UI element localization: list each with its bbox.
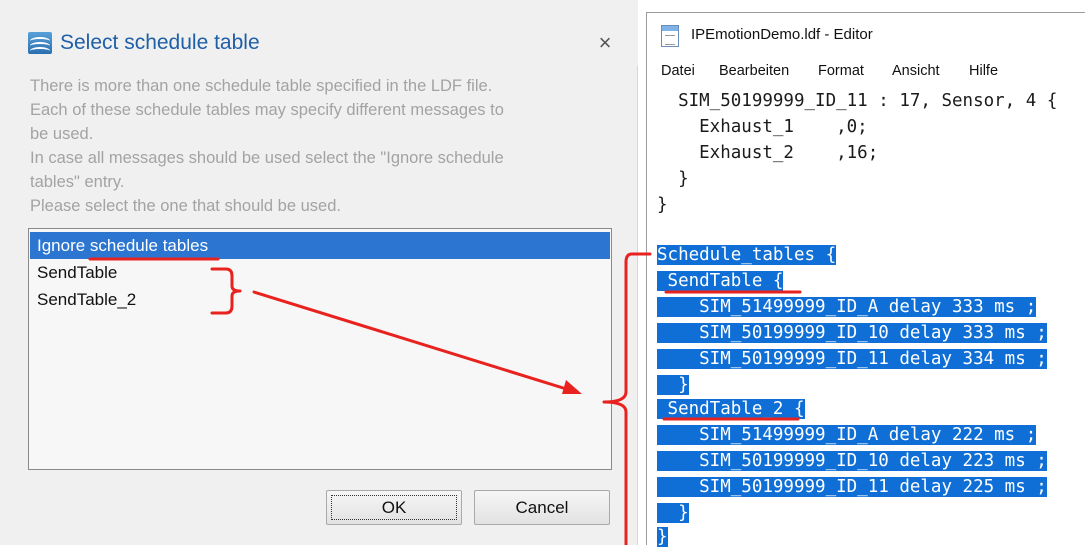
menu-hilfe[interactable]: Hilfe <box>969 63 998 79</box>
notepad-icon <box>661 25 679 47</box>
menu-ansicht[interactable]: Ansicht <box>892 63 940 79</box>
editor-title: IPEmotionDemo.ldf - Editor <box>691 26 873 43</box>
code-line-selected: SIM_50199999_ID_10 delay 223 ms ; <box>657 451 1047 471</box>
code-line: Exhaust_1 ,0; <box>657 117 868 137</box>
list-item-sendtable-2[interactable]: SendTable_2 <box>30 286 610 313</box>
menu-format[interactable]: Format <box>818 63 864 79</box>
code-line-selected: SIM_51499999_ID_A delay 222 ms ; <box>657 425 1037 445</box>
schedule-table-list[interactable]: Ignore schedule tables SendTable SendTab… <box>28 228 612 470</box>
code-line-selected: Schedule_tables { <box>657 245 837 265</box>
ok-button[interactable]: OK <box>326 490 462 525</box>
code-line-selected: SendTable { <box>657 271 784 291</box>
code-line: } <box>657 169 689 189</box>
app-logo-icon <box>28 32 52 54</box>
description-line: In case all messages should be used sele… <box>30 149 504 167</box>
code-line-selected: SIM_51499999_ID_A delay 333 ms ; <box>657 297 1037 317</box>
menu-datei[interactable]: Datei <box>661 63 695 79</box>
code-line-selected: SIM_50199999_ID_11 delay 334 ms ; <box>657 349 1047 369</box>
cancel-button[interactable]: Cancel <box>474 490 610 525</box>
code-line-selected: SIM_50199999_ID_10 delay 333 ms ; <box>657 323 1047 343</box>
description-line: be used. <box>30 125 94 143</box>
code-line-selected: SendTable_2 { <box>657 399 805 419</box>
dialog-description: There is more than one schedule table sp… <box>30 74 610 218</box>
list-item-ignore-schedule-tables[interactable]: Ignore schedule tables <box>30 232 610 259</box>
close-icon[interactable]: × <box>592 30 618 56</box>
dialog-titlebar: Select schedule table × <box>0 0 638 66</box>
focus-ring <box>331 495 457 520</box>
menu-bearbeiten[interactable]: Bearbeiten <box>719 63 789 79</box>
description-line: There is more than one schedule table sp… <box>30 77 493 95</box>
code-line: Exhaust_2 ,16; <box>657 143 879 163</box>
list-item-sendtable[interactable]: SendTable <box>30 259 610 286</box>
description-line: Please select the one that should be use… <box>30 197 341 215</box>
text-editor-window: IPEmotionDemo.ldf - Editor Datei Bearbei… <box>646 12 1085 547</box>
code-line-selected: } <box>657 375 689 395</box>
select-schedule-table-dialog: Select schedule table × There is more th… <box>0 0 638 545</box>
code-line-selected: } <box>657 527 668 547</box>
menu-bar: Datei Bearbeiten Format Ansicht Hilfe <box>647 59 1085 85</box>
code-line: } <box>657 195 668 215</box>
description-line: tables" entry. <box>30 173 125 191</box>
description-line: Each of these schedule tables may specif… <box>30 101 504 119</box>
code-line: SIM_50199999_ID_11 : 17, Sensor, 4 { <box>657 91 1058 111</box>
code-line-selected: SIM_50199999_ID_11 delay 225 ms ; <box>657 477 1047 497</box>
dialog-title: Select schedule table <box>60 31 260 54</box>
code-line-selected: } <box>657 503 689 523</box>
